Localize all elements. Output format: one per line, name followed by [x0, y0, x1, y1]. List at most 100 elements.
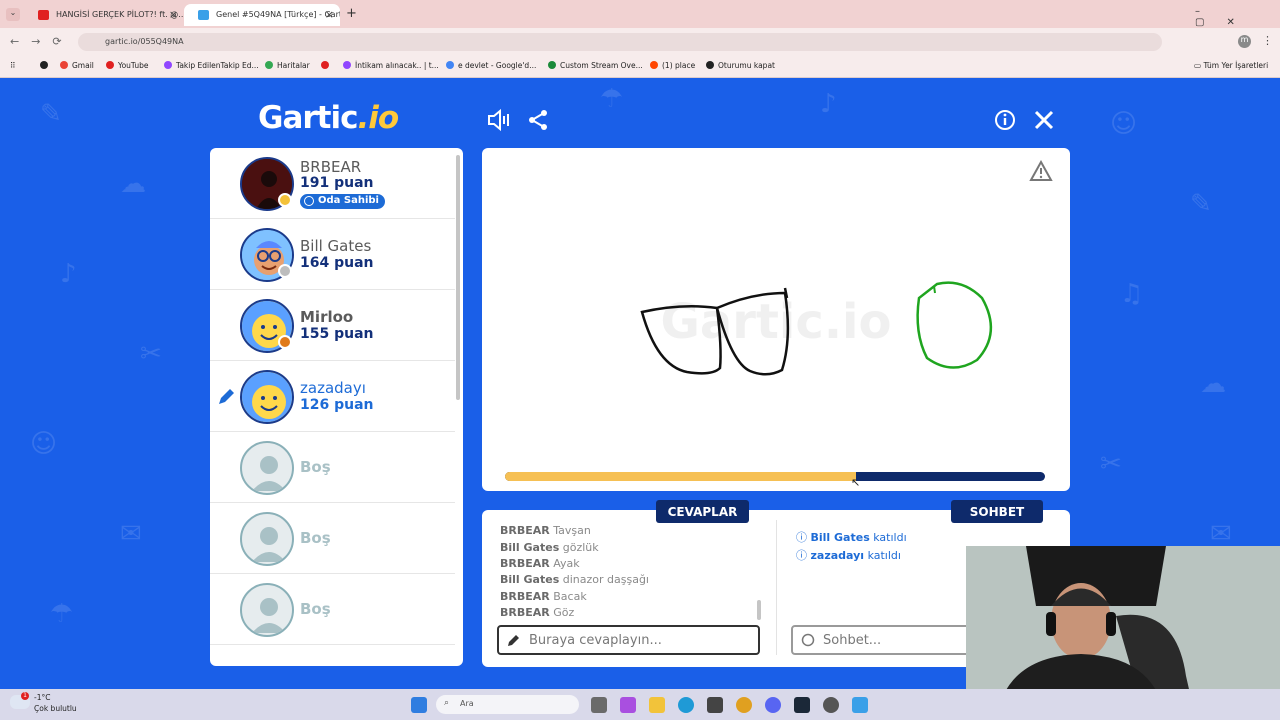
- player-name: Boş: [300, 458, 331, 476]
- answer-user: Bill Gates: [500, 541, 560, 554]
- steam-icon[interactable]: [794, 697, 810, 713]
- drawing-canvas[interactable]: Gartic.io: [482, 148, 1070, 491]
- chrome-icon[interactable]: [736, 697, 752, 713]
- menu-icon[interactable]: ⋮: [1262, 34, 1273, 47]
- report-icon[interactable]: [1029, 159, 1053, 186]
- player-row[interactable]: Bill Gates 164 puan: [210, 219, 455, 290]
- pencil-icon: [216, 387, 236, 411]
- bookmark-item[interactable]: Gmail: [60, 61, 94, 70]
- status-dot: [278, 264, 292, 278]
- window-controls[interactable]: –▢✕: [1195, 6, 1280, 28]
- bookmark-item[interactable]: [40, 61, 52, 70]
- bookmark-item[interactable]: e devlet - Google'd...: [446, 61, 536, 70]
- search-placeholder: Ara: [460, 699, 474, 708]
- sound-icon[interactable]: [486, 108, 512, 136]
- player-name: Mirloo: [300, 308, 354, 326]
- info-icon[interactable]: [994, 109, 1016, 135]
- nav-buttons[interactable]: ←→⟳: [10, 35, 74, 48]
- player-name: Boş: [300, 600, 331, 618]
- chat-input[interactable]: Sohbet...: [791, 625, 971, 655]
- empty-slot: Boş: [210, 574, 455, 645]
- player-row[interactable]: zazadayı 126 puan: [210, 361, 455, 432]
- bookmark-item[interactable]: YouTube: [106, 61, 149, 70]
- tab-youtube[interactable]: HANGİSİ GERÇEK PİLOT?! ft. @... ×: [24, 4, 184, 26]
- tab-title: HANGİSİ GERÇEK PİLOT?! ft. @...: [56, 10, 184, 19]
- discord-icon[interactable]: [765, 697, 781, 713]
- player-row[interactable]: BRBEAR 191 puan Oda Sahibi: [210, 148, 455, 219]
- answer-item: BRBEAR Tavşan: [500, 524, 591, 537]
- bookmark-label: Haritalar: [277, 61, 310, 70]
- url-text: gartic.io/055Q49NA: [105, 37, 184, 46]
- app-icon[interactable]: [707, 697, 723, 713]
- file-explorer-icon[interactable]: [649, 697, 665, 713]
- bookmark-label: Gmail: [72, 61, 94, 70]
- task-view-icon[interactable]: [591, 697, 607, 713]
- chat-placeholder: Sohbet...: [823, 633, 882, 648]
- answer-text: Bacak: [553, 590, 587, 603]
- bookmark-item[interactable]: Haritalar: [265, 61, 310, 70]
- gartic-icon: [198, 10, 209, 20]
- bookmark-item[interactable]: (1) place: [650, 61, 695, 70]
- obs-icon[interactable]: [823, 697, 839, 713]
- share-icon[interactable]: [527, 109, 549, 135]
- chat-item: ⓘ zazadayı katıldı: [796, 547, 901, 563]
- close-icon[interactable]: ×: [325, 8, 334, 21]
- answer-user: Bill Gates: [500, 573, 560, 586]
- bookmark-label: YouTube: [118, 61, 149, 70]
- bookmark-item[interactable]: Custom Stream Ove...: [548, 61, 643, 70]
- mouse-cursor: ↖: [851, 476, 861, 489]
- tab-gartic[interactable]: Genel #5Q49NA [Türkçe] - Gart... ×: [184, 4, 340, 26]
- answer-text: dinazor daşşağı: [562, 573, 649, 586]
- store-icon[interactable]: [620, 697, 636, 713]
- player-name: BRBEAR: [300, 158, 362, 176]
- players-scrollbar[interactable]: [456, 155, 460, 400]
- search-icon: ⌕: [444, 698, 450, 708]
- youtube-icon: [38, 10, 49, 20]
- new-tab-button[interactable]: +: [346, 6, 357, 21]
- empty-avatar: [240, 583, 294, 637]
- answer-item: BRBEAR Bacak: [500, 590, 587, 603]
- player-row[interactable]: Mirloo 155 puan: [210, 290, 455, 361]
- answer-input[interactable]: Buraya cevaplayın...: [497, 625, 760, 655]
- answer-text: Tavşan: [553, 524, 591, 537]
- answer-item: BRBEAR Göz: [500, 606, 574, 619]
- crown-icon: [304, 196, 314, 206]
- gartic-app-icon[interactable]: [852, 697, 868, 713]
- owner-badge: Oda Sahibi: [300, 194, 385, 209]
- notification-badge: 1: [21, 692, 29, 700]
- player-points: 191 puan: [300, 175, 374, 191]
- close-icon[interactable]: ×: [169, 8, 178, 21]
- all-bookmarks[interactable]: ▭ Tüm Yer İşaretleri: [1194, 61, 1268, 70]
- edge-icon[interactable]: [678, 697, 694, 713]
- answer-user: BRBEAR: [500, 606, 550, 619]
- green-circle: [916, 281, 993, 369]
- logo-text: Gartic: [258, 100, 358, 136]
- bookmark-item[interactable]: Oturumu kapat: [706, 61, 775, 70]
- profile-avatar[interactable]: m: [1238, 35, 1251, 48]
- empty-avatar: [240, 512, 294, 566]
- player-name: zazadayı: [300, 379, 366, 397]
- tab-chat[interactable]: SOHBET: [951, 500, 1043, 523]
- tab-answers[interactable]: CEVAPLAR: [656, 500, 749, 523]
- green-stroke: [933, 285, 936, 294]
- windows-start-icon[interactable]: [411, 697, 427, 713]
- bookmark-item[interactable]: İntikam alınacak.. | t...: [343, 61, 439, 70]
- empty-avatar: [240, 441, 294, 495]
- avatar: [240, 370, 294, 424]
- empty-slot: Boş: [210, 503, 455, 574]
- close-icon[interactable]: [1034, 110, 1054, 134]
- logo-suffix: .io: [357, 100, 399, 136]
- panel-divider: [776, 520, 777, 655]
- bookmark-label: (1) place: [662, 61, 696, 70]
- bookmark-label: İntikam alınacak.. | t...: [355, 61, 439, 70]
- answer-item: Bill Gates gözlük: [500, 541, 599, 554]
- url-field[interactable]: gartic.io/055Q49NA: [78, 33, 1162, 51]
- player-name: Boş: [300, 529, 331, 547]
- all-bookmarks-label: Tüm Yer İşaretleri: [1203, 61, 1269, 70]
- apps-icon[interactable]: ⠿: [10, 61, 16, 70]
- tab-search-button[interactable]: ⌄: [6, 8, 20, 21]
- answers-scrollbar[interactable]: [757, 600, 761, 620]
- bookmark-item[interactable]: [321, 61, 333, 70]
- bookmark-item[interactable]: Takip EdilenTakip Ed...: [164, 61, 259, 70]
- taskbar-search[interactable]: ⌕ Ara: [436, 695, 579, 714]
